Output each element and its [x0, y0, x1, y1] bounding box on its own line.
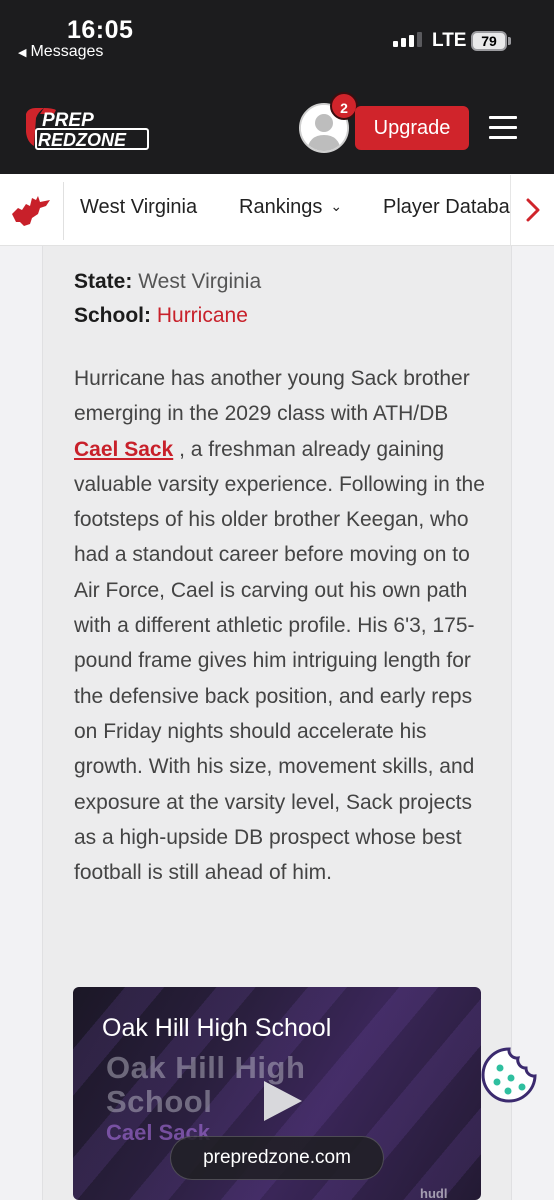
state-label: State: — [74, 270, 133, 293]
school-label: School: — [74, 304, 151, 327]
article-text-before: Hurricane has another young Sack brother… — [74, 367, 470, 426]
nav-item-rankings-label: Rankings — [239, 196, 323, 218]
prep-redzone-logo[interactable]: PREP REDZONE — [22, 106, 150, 152]
nav-item-west-virginia[interactable]: West Virginia — [80, 196, 197, 219]
nav-scroll-right-button[interactable] — [510, 175, 554, 245]
nav-divider — [63, 182, 64, 240]
battery-nub — [508, 37, 511, 45]
clock: 16:05 — [67, 16, 134, 44]
school-link[interactable]: Hurricane — [157, 304, 248, 327]
menu-icon[interactable] — [489, 116, 517, 140]
battery-icon: 79 — [471, 31, 507, 51]
signal-strength-icon — [393, 32, 422, 47]
chevron-right-icon — [526, 198, 540, 222]
battery-level: 79 — [481, 33, 497, 49]
video-overlay-line2: School — [106, 1084, 213, 1119]
network-type: LTE — [432, 30, 467, 51]
back-to-messages[interactable]: ◀ Messages — [18, 43, 103, 61]
play-icon[interactable] — [262, 1079, 304, 1123]
article-text-after: , a freshman already gaining valuable va… — [74, 437, 485, 885]
back-label: Messages — [30, 43, 104, 60]
player-link[interactable]: Cael Sack — [74, 438, 173, 461]
chevron-down-icon: ⌄ — [330, 198, 343, 214]
nav-item-player-database[interactable]: Player Database — [383, 196, 510, 219]
video-domain-pill[interactable]: prepredzone.com — [170, 1136, 384, 1180]
school-row: School: Hurricane — [74, 304, 248, 328]
video-title: Oak Hill High School — [102, 1014, 332, 1042]
logo-line2: REDZONE — [38, 130, 127, 150]
west-virginia-map-icon[interactable] — [10, 192, 52, 228]
status-bar: 16:05 ◀ Messages LTE 79 — [0, 0, 554, 80]
state-value: West Virginia — [138, 270, 262, 293]
cookie-settings-icon[interactable] — [480, 1046, 538, 1104]
article-body: Hurricane has another young Sack brother… — [74, 361, 494, 890]
back-triangle-icon: ◀ — [18, 47, 27, 59]
nav-item-rankings[interactable]: Rankings ⌄ — [239, 196, 342, 219]
notification-badge[interactable]: 2 — [330, 92, 358, 120]
logo-line1: PREP — [42, 110, 94, 131]
hudl-watermark: hudl — [420, 1186, 448, 1200]
state-row: State: West Virginia — [74, 270, 261, 294]
upgrade-button[interactable]: Upgrade — [355, 106, 469, 150]
app-header: PREP REDZONE — [0, 80, 554, 174]
